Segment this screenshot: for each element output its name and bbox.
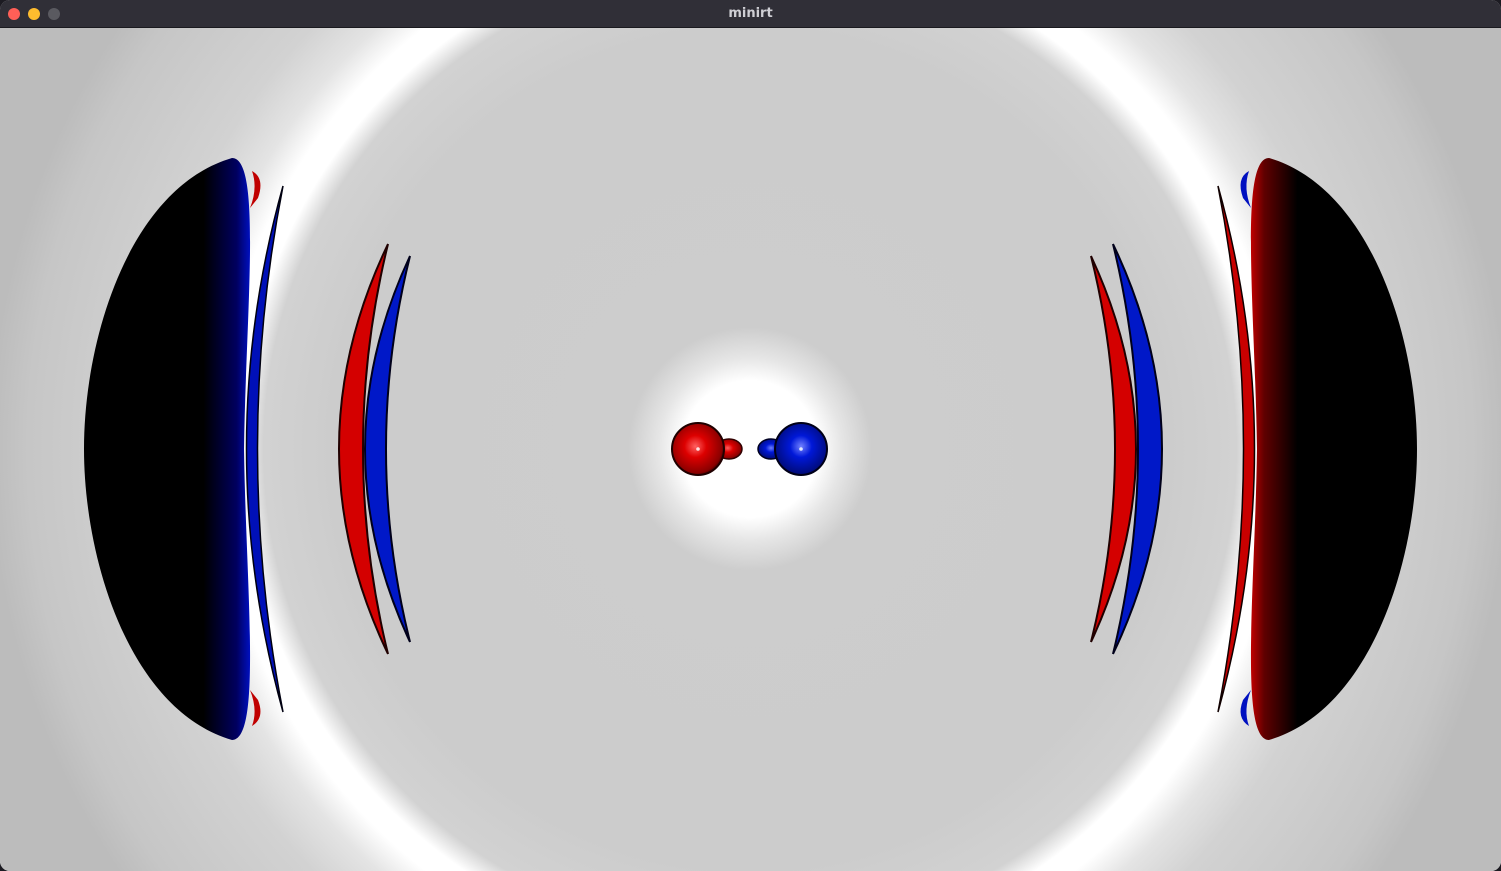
- blue-sphere-highlight: [799, 447, 803, 451]
- render-viewport[interactable]: [0, 28, 1501, 871]
- rendered-scene: [0, 28, 1501, 871]
- window-title: minirt: [728, 6, 773, 21]
- app-window: minirt: [0, 0, 1501, 871]
- red-sphere-highlight: [696, 447, 700, 451]
- title-bar[interactable]: minirt: [0, 0, 1501, 28]
